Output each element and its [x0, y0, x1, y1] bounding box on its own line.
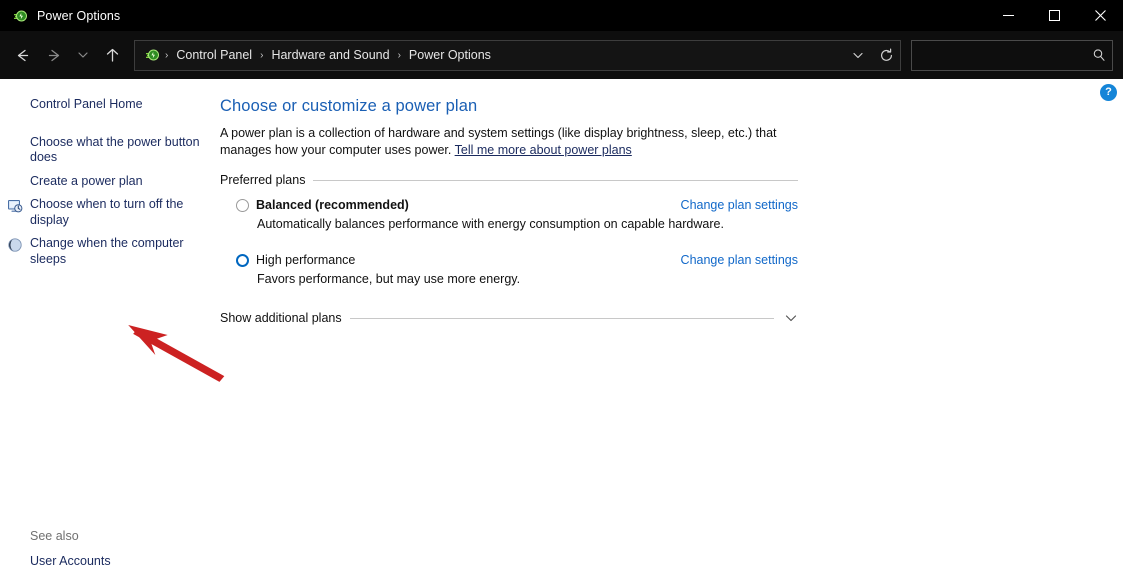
caption-button-group: [985, 0, 1123, 31]
page-title: Choose or customize a power plan: [220, 97, 478, 115]
power-plug-icon: [12, 8, 28, 24]
title-bar: Power Options: [0, 0, 1123, 31]
plan-name-high-performance: High performance: [256, 253, 356, 267]
power-options-window: Power Options › Control Panel › Hardware…: [0, 0, 1123, 586]
sidebar-item-label: Choose when to turn off the display: [30, 197, 184, 227]
window-title: Power Options: [37, 8, 121, 23]
breadcrumb-separator: ›: [165, 49, 169, 61]
plan-header: Balanced (recommended) Change plan setti…: [220, 197, 798, 213]
sidebar-item-control-panel-home[interactable]: Control Panel Home: [0, 93, 212, 117]
plan-row-balanced[interactable]: Balanced (recommended) Change plan setti…: [220, 197, 1097, 232]
search-box[interactable]: [911, 39, 1113, 71]
sidebar: Control Panel Home Choose what the power…: [0, 79, 212, 586]
search-input[interactable]: [912, 48, 1086, 62]
sidebar-item-turn-off-display[interactable]: Choose when to turn off the display: [0, 193, 212, 232]
refresh-icon[interactable]: [872, 42, 900, 69]
sidebar-item-label: Choose what the power button does: [30, 134, 200, 165]
group-divider: [313, 179, 798, 181]
chevron-down-icon[interactable]: [784, 311, 798, 325]
help-icon[interactable]: ?: [1100, 84, 1117, 101]
address-power-icon: [144, 47, 160, 63]
sidebar-item-user-accounts[interactable]: User Accounts: [0, 554, 212, 586]
window-body: Control Panel Home Choose what the power…: [0, 79, 1123, 586]
sidebar-item-computer-sleeps[interactable]: Change when the computer sleeps: [0, 232, 212, 271]
moon-sleep-icon: [7, 237, 23, 253]
plan-radio-high-performance[interactable]: [236, 254, 249, 267]
breadcrumb-item-power-options[interactable]: Power Options: [404, 45, 496, 65]
tell-me-more-link[interactable]: Tell me more about power plans: [455, 143, 632, 157]
chevron-down-icon[interactable]: [844, 42, 872, 69]
sidebar-item-power-button-does[interactable]: Choose what the power button does: [0, 131, 212, 170]
breadcrumb-separator: ›: [397, 49, 401, 61]
content-pane: ? Choose or customize a power plan A pow…: [212, 79, 1123, 586]
back-button[interactable]: [6, 39, 38, 71]
plan-description-balanced: Automatically balances performance with …: [257, 217, 724, 231]
breadcrumb: › Control Panel › Hardware and Sound › P…: [162, 45, 844, 65]
search-icon: [1086, 48, 1112, 62]
show-additional-plans-label[interactable]: Show additional plans: [220, 311, 350, 325]
close-button[interactable]: [1077, 0, 1123, 31]
monitor-clock-icon: [7, 198, 23, 214]
sidebar-item-label: Change when the computer sleeps: [30, 236, 184, 266]
sidebar-item-create-power-plan[interactable]: Create a power plan: [0, 170, 212, 194]
breadcrumb-item-hardware-and-sound[interactable]: Hardware and Sound: [266, 45, 394, 65]
breadcrumb-separator: ›: [260, 49, 264, 61]
recent-locations-button[interactable]: [70, 39, 96, 71]
preferred-plans-header: Preferred plans: [220, 173, 798, 187]
plan-radio-balanced[interactable]: [236, 199, 249, 212]
up-button[interactable]: [96, 39, 128, 71]
forward-button[interactable]: [38, 39, 70, 71]
show-more-divider: [349, 317, 774, 319]
plan-spacer: [220, 238, 1097, 252]
address-bar[interactable]: › Control Panel › Hardware and Sound › P…: [134, 39, 901, 71]
page-description: A power plan is a collection of hardware…: [220, 125, 800, 159]
navigation-toolbar: › Control Panel › Hardware and Sound › P…: [0, 31, 1123, 79]
plan-header: High performance Change plan settings: [220, 252, 798, 268]
see-also-label: See also: [30, 529, 79, 543]
address-bar-actions: [844, 42, 900, 69]
minimize-button[interactable]: [985, 0, 1031, 31]
sidebar-item-label: Create a power plan: [30, 173, 143, 188]
breadcrumb-item-control-panel[interactable]: Control Panel: [171, 45, 257, 65]
preferred-plans-label: Preferred plans: [220, 173, 306, 187]
plan-name-balanced: Balanced (recommended): [256, 198, 409, 212]
show-additional-plans-row[interactable]: Show additional plans: [220, 311, 798, 325]
plan-row-high-performance[interactable]: High performance Change plan settings Fa…: [220, 252, 1097, 287]
change-plan-settings-balanced[interactable]: Change plan settings: [681, 197, 798, 213]
maximize-button[interactable]: [1031, 0, 1077, 31]
sidebar-item-label: Control Panel Home: [30, 97, 143, 111]
plan-description-high-performance: Favors performance, but may use more ene…: [257, 272, 521, 286]
change-plan-settings-high-performance[interactable]: Change plan settings: [681, 252, 798, 268]
